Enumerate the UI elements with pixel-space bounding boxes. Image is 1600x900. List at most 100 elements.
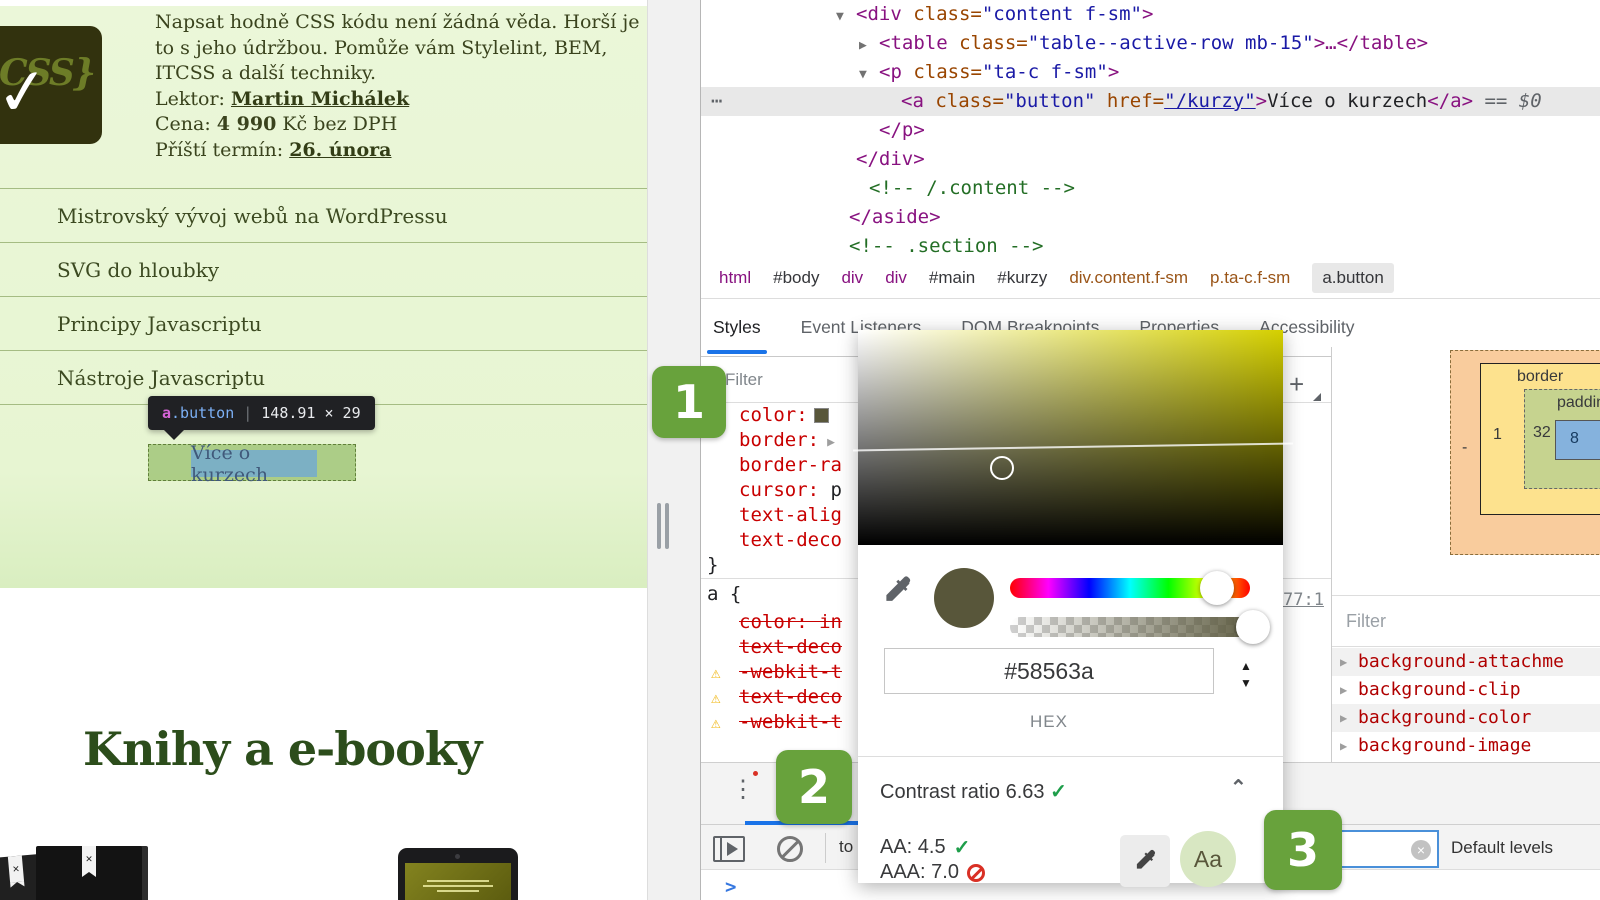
more-actions-icon[interactable]: ⋯	[711, 87, 723, 116]
course-description: Napsat hodně CSS kódu není žádná věda. H…	[155, 10, 655, 163]
computed-prop-background-image[interactable]: ▶background-image	[1332, 732, 1600, 760]
css-overridden-text-decoration[interactable]: text-deco	[739, 635, 842, 660]
price-line: Cena: 4 990 Kč bez DPH	[155, 112, 655, 138]
hex-value-input[interactable]: #58563a	[884, 648, 1214, 694]
drawer-menu-icon[interactable]: ⋮	[731, 775, 755, 804]
error-indicator-dot	[753, 771, 758, 776]
breadcrumb-a-button[interactable]: a.button	[1312, 263, 1393, 293]
console-filter-input[interactable]: ×	[1337, 830, 1439, 868]
alpha-slider-handle[interactable]	[1236, 610, 1270, 644]
border-label: border	[1517, 368, 1563, 386]
console-prompt-icon[interactable]: >	[725, 876, 736, 898]
aa-pass-icon: ✓	[954, 835, 971, 860]
breadcrumb-body[interactable]: #body	[773, 268, 819, 288]
css-property-color[interactable]: color:	[739, 403, 829, 428]
padding-value[interactable]: 32	[1533, 424, 1551, 442]
course-thumbnail[interactable]: CSS} ✓	[0, 26, 102, 144]
hue-slider-handle[interactable]	[1200, 571, 1234, 605]
course-row-js-principles[interactable]: Principy Javascriptu	[0, 296, 647, 350]
expand-icon[interactable]: ▼	[836, 2, 856, 31]
css-property-text-decoration[interactable]: text-deco	[739, 528, 842, 553]
border-value[interactable]: 1	[1493, 426, 1502, 444]
expand-prop-icon[interactable]: ▶	[1340, 648, 1347, 676]
css-property-text-align[interactable]: text-alig	[739, 503, 842, 528]
breadcrumb-div[interactable]: div	[841, 268, 863, 288]
clear-console-icon[interactable]	[777, 836, 803, 862]
tree-row[interactable]: ▼<div class="content f-sm">	[701, 0, 1600, 29]
devtools-resize-gutter	[647, 0, 700, 900]
course-row-svg[interactable]: SVG do hloubky	[0, 242, 647, 296]
course-intro-text: Napsat hodně CSS kódu není žádná věda. H…	[155, 10, 655, 87]
tree-row-selected[interactable]: ⋯<a class="button" href="/kurzy">Více o …	[701, 87, 1600, 116]
computed-prop-background-color[interactable]: ▶background-color	[1332, 704, 1600, 732]
resize-handle-bar[interactable]	[665, 503, 669, 549]
css-property-border-radius[interactable]: border-ra	[739, 453, 842, 478]
tooltip-divider: |	[243, 404, 252, 422]
collapse-contrast-icon[interactable]: ⌃	[1230, 775, 1247, 800]
resize-handle-bar[interactable]	[657, 503, 661, 549]
tree-row[interactable]: </aside>	[701, 203, 1600, 232]
expand-prop-icon[interactable]: ▶	[1340, 704, 1347, 732]
tree-row[interactable]: </div>	[701, 145, 1600, 174]
shorthand-expand-icon[interactable]: ▶	[827, 435, 835, 450]
css-overridden-webkit[interactable]: ⚠-webkit-t	[739, 710, 842, 735]
color-swatch[interactable]	[814, 408, 829, 423]
breadcrumb-div[interactable]: div	[885, 268, 907, 288]
css-property-cursor[interactable]: cursor: p	[739, 478, 842, 503]
breadcrumb-content[interactable]: div.content.f-sm	[1069, 268, 1188, 288]
computed-prop-background-attachment[interactable]: ▶background-attachme	[1332, 648, 1600, 676]
rule-selector[interactable]: a {	[707, 582, 741, 607]
color-format-stepper[interactable]: ▲ ▼	[1240, 660, 1252, 689]
stepper-up-icon[interactable]: ▲	[1240, 660, 1252, 672]
pick-background-color-button[interactable]	[1120, 835, 1170, 887]
tree-row[interactable]: ▼<p class="ta-c f-sm">	[701, 58, 1600, 87]
css-overridden-webkit[interactable]: ⚠-webkit-t	[739, 660, 842, 685]
css-overridden-text-decoration[interactable]: ⚠text-deco	[739, 685, 842, 710]
elements-tree: ▼<div class="content f-sm"> ▶<table clas…	[701, 0, 1600, 257]
margin-value[interactable]: -	[1462, 439, 1467, 457]
tab-styles[interactable]: Styles	[713, 317, 761, 338]
screenshot-root: CSS} ✓ Napsat hodně CSS kódu není žádná …	[0, 0, 1600, 900]
tree-row[interactable]: ▶<table class="table--active-row mb-15">…	[701, 29, 1600, 58]
new-style-rule-button[interactable]: +	[1289, 369, 1304, 400]
expand-icon[interactable]: ▼	[859, 60, 879, 89]
collapse-icon[interactable]: ▶	[859, 31, 879, 60]
lector-line: Lektor: Martin Michálek	[155, 87, 655, 113]
frame-context-select[interactable]: to	[839, 837, 853, 857]
alpha-slider[interactable]	[1010, 617, 1268, 637]
new-rule-dropdown-icon[interactable]	[1313, 393, 1321, 401]
color-selector-ring[interactable]	[990, 456, 1014, 480]
clear-filter-icon[interactable]: ×	[1411, 840, 1431, 860]
log-levels-select[interactable]: Default levels	[1451, 838, 1553, 858]
expand-prop-icon[interactable]: ▶	[1340, 732, 1347, 760]
stylesheet-source-link[interactable]: 77:1	[1283, 590, 1324, 610]
book-image-large[interactable]: ✕	[36, 846, 142, 900]
saturation-gradient[interactable]	[858, 330, 1283, 545]
stepper-down-icon[interactable]: ▼	[1240, 677, 1252, 689]
computed-prop-background-clip[interactable]: ▶background-clip	[1332, 676, 1600, 704]
href-link[interactable]: "/kurzy"	[1164, 90, 1256, 112]
contrast-pass-icon: ✓	[1050, 781, 1067, 803]
content-value[interactable]: 8	[1570, 430, 1579, 448]
expand-prop-icon[interactable]: ▶	[1340, 676, 1347, 704]
eyedropper-icon[interactable]	[880, 574, 914, 608]
ebook-tablet-image[interactable]	[398, 848, 518, 900]
console-sidebar-icon[interactable]	[713, 836, 745, 862]
tree-row[interactable]: </p>	[701, 116, 1600, 145]
breadcrumb-html[interactable]: html	[719, 268, 751, 288]
css-property-border[interactable]: border:▶	[739, 428, 835, 453]
computed-filter-input[interactable]: Filter	[1346, 611, 1386, 632]
styles-filter-input[interactable]: Filter	[725, 370, 763, 390]
course-row-wordpress[interactable]: Mistrovský vývoj webů na WordPressu	[0, 188, 647, 242]
lector-link[interactable]: Martin Michálek	[231, 88, 409, 110]
box-model-content[interactable]: 8	[1555, 420, 1600, 460]
tree-row[interactable]: <!-- /.content -->	[701, 174, 1600, 203]
term-link[interactable]: 26. února	[289, 139, 391, 161]
breadcrumb-main[interactable]: #main	[929, 268, 975, 288]
more-courses-button[interactable]: Více o kurzech	[191, 450, 317, 477]
css-overridden-color[interactable]: color: in	[739, 610, 842, 635]
computed-filter-row: Filter	[1332, 595, 1600, 647]
breadcrumb-p[interactable]: p.ta-c.f-sm	[1210, 268, 1290, 288]
color-picker-popup: #58563a ▲ ▼ HEX Contrast ratio 6.63 ✓ ⌃ …	[858, 330, 1283, 883]
breadcrumb-kurzy[interactable]: #kurzy	[997, 268, 1047, 288]
